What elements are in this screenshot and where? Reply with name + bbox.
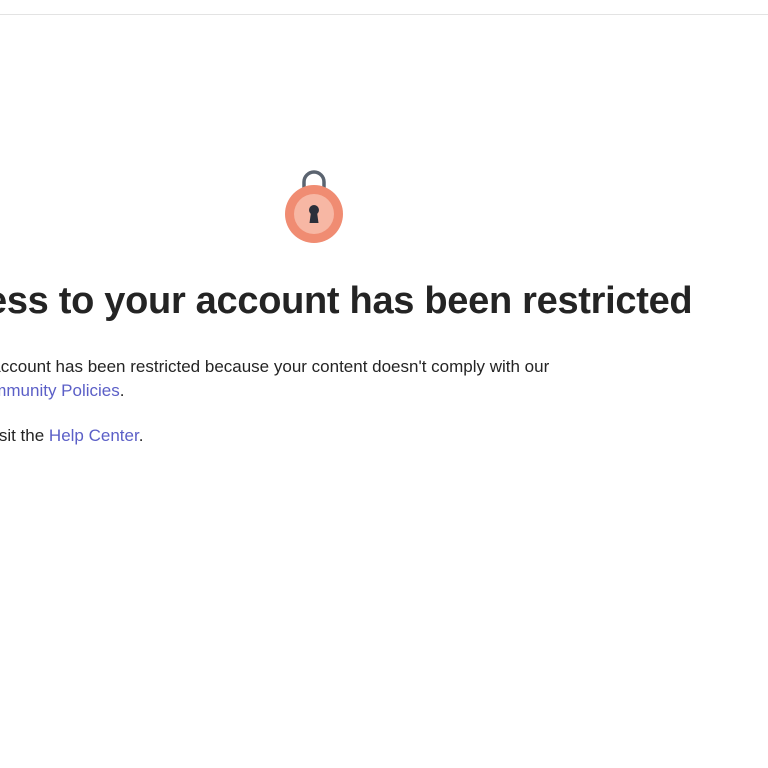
policies-suffix: . — [119, 381, 125, 400]
help-prefix: re, visit the — [0, 426, 45, 445]
help-center-link[interactable]: Help Center — [49, 426, 139, 445]
restricted-account-page: ess to your account has been restricted … — [0, 0, 768, 768]
page-title: ess to your account has been restricted — [0, 280, 693, 322]
top-divider — [0, 14, 768, 15]
lock-icon — [285, 170, 343, 243]
help-message: re, visit the Help Center. — [0, 424, 143, 448]
community-policies-link[interactable]: l Community Policies — [0, 381, 120, 400]
help-suffix: . — [138, 426, 144, 445]
restriction-message-line-1: our account has been restricted because … — [0, 357, 550, 376]
restriction-message-line-2: l Community Policies. — [0, 379, 125, 403]
